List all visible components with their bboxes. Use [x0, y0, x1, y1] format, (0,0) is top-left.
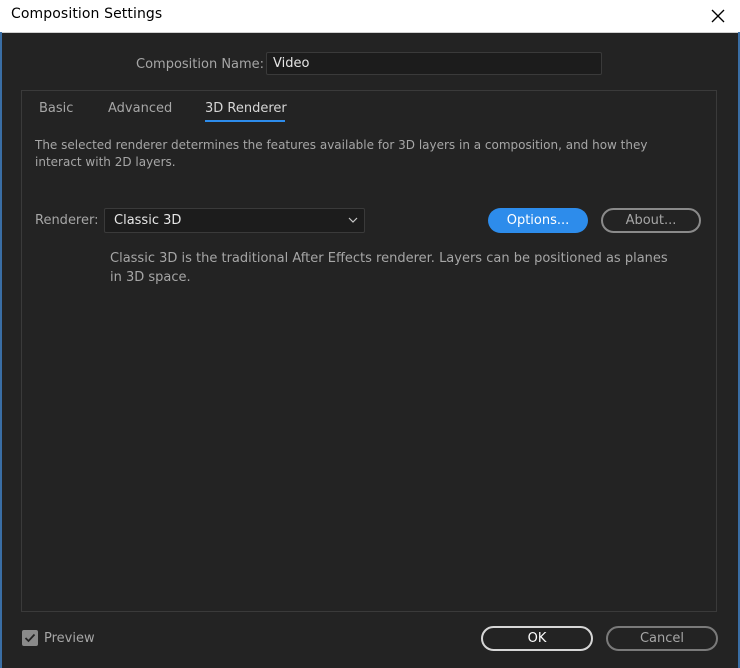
renderer-description: Classic 3D is the traditional After Effe… — [110, 251, 668, 285]
tab-advanced[interactable]: Advanced — [108, 101, 172, 122]
composition-name-input[interactable] — [266, 52, 602, 75]
tab-basic[interactable]: Basic — [39, 101, 73, 122]
ok-button[interactable]: OK — [481, 626, 593, 651]
renderer-tab-description: The selected renderer determines the fea… — [35, 138, 648, 169]
composition-name-label: Composition Name: — [136, 57, 265, 72]
renderer-label: Renderer: — [35, 213, 99, 228]
tab-3d-renderer[interactable]: 3D Renderer — [205, 101, 287, 122]
composition-settings-dialog: Composition Settings Composition Name: B… — [0, 0, 740, 668]
preview-checkbox[interactable] — [22, 630, 38, 646]
options-button[interactable]: Options... — [488, 208, 588, 233]
chevron-down-icon — [348, 217, 358, 223]
about-button[interactable]: About... — [601, 208, 701, 233]
close-icon — [711, 9, 725, 23]
preview-label[interactable]: Preview — [44, 631, 95, 646]
renderer-dropdown[interactable]: Classic 3D — [104, 208, 365, 233]
close-button[interactable] — [706, 4, 730, 28]
active-tab-indicator — [205, 120, 285, 122]
title-bar: Composition Settings — [0, 0, 740, 33]
cancel-button[interactable]: Cancel — [606, 626, 718, 651]
checkmark-icon — [24, 633, 36, 643]
renderer-selected-value: Classic 3D — [114, 213, 182, 228]
dialog-title: Composition Settings — [11, 6, 163, 22]
window-frame-left — [0, 32, 2, 668]
